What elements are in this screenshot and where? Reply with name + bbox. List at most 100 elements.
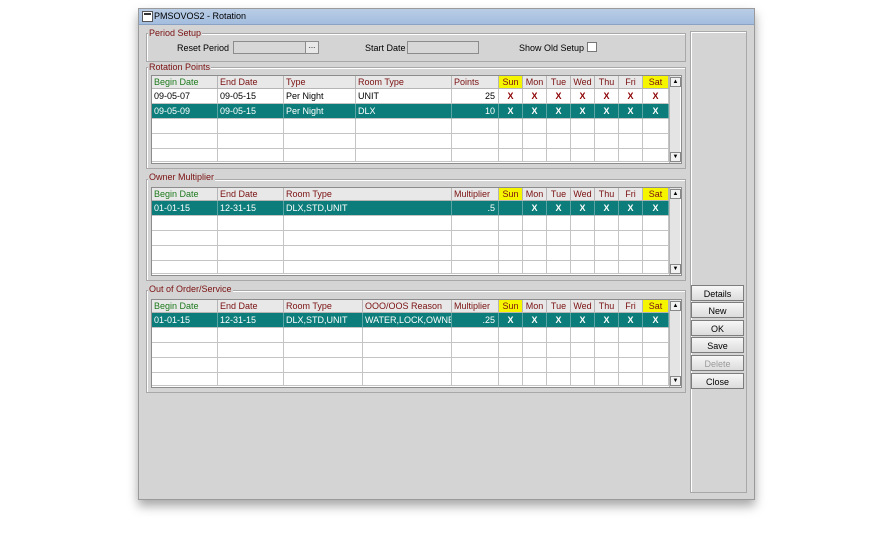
empty-cell[interactable]: [499, 119, 523, 134]
cell-mon[interactable]: X: [523, 201, 547, 216]
empty-cell[interactable]: [523, 343, 547, 358]
empty-cell[interactable]: [595, 343, 619, 358]
empty-cell[interactable]: [499, 149, 523, 162]
empty-cell[interactable]: [152, 231, 218, 246]
table-row-empty[interactable]: [152, 373, 669, 388]
empty-cell[interactable]: [571, 343, 595, 358]
empty-cell[interactable]: [499, 134, 523, 149]
empty-cell[interactable]: [595, 261, 619, 274]
empty-cell[interactable]: [547, 231, 571, 246]
empty-cell[interactable]: [452, 149, 499, 162]
empty-cell[interactable]: [218, 149, 284, 162]
empty-cell[interactable]: [218, 261, 284, 274]
empty-cell[interactable]: [571, 134, 595, 149]
scroll-up-icon[interactable]: ▲: [670, 301, 681, 311]
cell-mon[interactable]: X: [523, 104, 547, 119]
cell-fri[interactable]: X: [619, 89, 643, 104]
cell-wed[interactable]: X: [571, 104, 595, 119]
cell-tue[interactable]: X: [547, 201, 571, 216]
cell-sun[interactable]: X: [499, 313, 523, 328]
empty-cell[interactable]: [363, 343, 452, 358]
cell-fri[interactable]: X: [619, 313, 643, 328]
empty-cell[interactable]: [523, 119, 547, 134]
table-row-empty[interactable]: [152, 246, 669, 261]
empty-cell[interactable]: [619, 246, 643, 261]
empty-cell[interactable]: [595, 358, 619, 373]
empty-cell[interactable]: [595, 216, 619, 231]
empty-cell[interactable]: [499, 343, 523, 358]
empty-cell[interactable]: [218, 216, 284, 231]
cell-begin-date[interactable]: 09-05-09: [152, 104, 218, 119]
empty-cell[interactable]: [499, 373, 523, 386]
empty-cell[interactable]: [643, 373, 669, 386]
cell-begin-date[interactable]: 01-01-15: [152, 201, 218, 216]
empty-cell[interactable]: [284, 119, 356, 134]
empty-cell[interactable]: [218, 119, 284, 134]
show-old-setup-checkbox[interactable]: [587, 42, 597, 52]
empty-cell[interactable]: [452, 134, 499, 149]
empty-cell[interactable]: [152, 119, 218, 134]
empty-cell[interactable]: [547, 343, 571, 358]
empty-cell[interactable]: [452, 216, 499, 231]
empty-cell[interactable]: [499, 328, 523, 343]
empty-cell[interactable]: [152, 328, 218, 343]
cell-end-date[interactable]: 09-05-15: [218, 104, 284, 119]
empty-cell[interactable]: [547, 373, 571, 386]
cell-reason[interactable]: WATER,LOCK,OWNER: [363, 313, 452, 328]
empty-cell[interactable]: [284, 358, 363, 373]
empty-cell[interactable]: [643, 328, 669, 343]
cell-room-type[interactable]: DLX: [356, 104, 452, 119]
empty-cell[interactable]: [619, 231, 643, 246]
cell-begin-date[interactable]: 09-05-07: [152, 89, 218, 104]
empty-cell[interactable]: [571, 261, 595, 274]
empty-cell[interactable]: [571, 149, 595, 162]
empty-cell[interactable]: [452, 373, 499, 386]
cell-fri[interactable]: X: [619, 104, 643, 119]
table-row-selected[interactable]: 01-01-15 12-31-15 DLX,STD,UNIT .5 X X X …: [152, 201, 669, 216]
details-button[interactable]: Details: [691, 285, 744, 301]
scroll-down-icon[interactable]: ▼: [670, 264, 681, 274]
empty-cell[interactable]: [619, 328, 643, 343]
empty-cell[interactable]: [523, 246, 547, 261]
empty-cell[interactable]: [595, 246, 619, 261]
empty-cell[interactable]: [363, 328, 452, 343]
empty-cell[interactable]: [571, 119, 595, 134]
reset-period-lov-button[interactable]: ...: [305, 41, 319, 54]
save-button[interactable]: Save: [691, 337, 744, 353]
table-row-empty[interactable]: [152, 149, 669, 164]
empty-cell[interactable]: [547, 358, 571, 373]
cell-sun[interactable]: X: [499, 104, 523, 119]
empty-cell[interactable]: [218, 328, 284, 343]
empty-cell[interactable]: [619, 261, 643, 274]
cell-end-date[interactable]: 12-31-15: [218, 313, 284, 328]
empty-cell[interactable]: [523, 261, 547, 274]
cell-sun[interactable]: [499, 201, 523, 216]
cell-multiplier[interactable]: .5: [452, 201, 499, 216]
empty-cell[interactable]: [452, 261, 499, 274]
empty-cell[interactable]: [643, 261, 669, 274]
empty-cell[interactable]: [152, 261, 218, 274]
cell-thu[interactable]: X: [595, 104, 619, 119]
empty-cell[interactable]: [595, 231, 619, 246]
empty-cell[interactable]: [152, 373, 218, 386]
reset-period-field[interactable]: [233, 41, 307, 54]
empty-cell[interactable]: [284, 343, 363, 358]
empty-cell[interactable]: [499, 246, 523, 261]
empty-cell[interactable]: [571, 216, 595, 231]
empty-cell[interactable]: [152, 216, 218, 231]
scroll-up-icon[interactable]: ▲: [670, 77, 681, 87]
empty-cell[interactable]: [571, 328, 595, 343]
cell-sun[interactable]: X: [499, 89, 523, 104]
empty-cell[interactable]: [619, 358, 643, 373]
empty-cell[interactable]: [499, 358, 523, 373]
empty-cell[interactable]: [547, 216, 571, 231]
empty-cell[interactable]: [218, 373, 284, 386]
rotation-points-scrollbar[interactable]: ▲ ▼: [669, 76, 681, 163]
out-of-order-scrollbar[interactable]: ▲ ▼: [669, 300, 681, 387]
cell-wed[interactable]: X: [571, 201, 595, 216]
table-row-empty[interactable]: [152, 216, 669, 231]
scroll-down-icon[interactable]: ▼: [670, 376, 681, 386]
empty-cell[interactable]: [643, 343, 669, 358]
cell-thu[interactable]: X: [595, 201, 619, 216]
cell-sat[interactable]: X: [643, 201, 669, 216]
